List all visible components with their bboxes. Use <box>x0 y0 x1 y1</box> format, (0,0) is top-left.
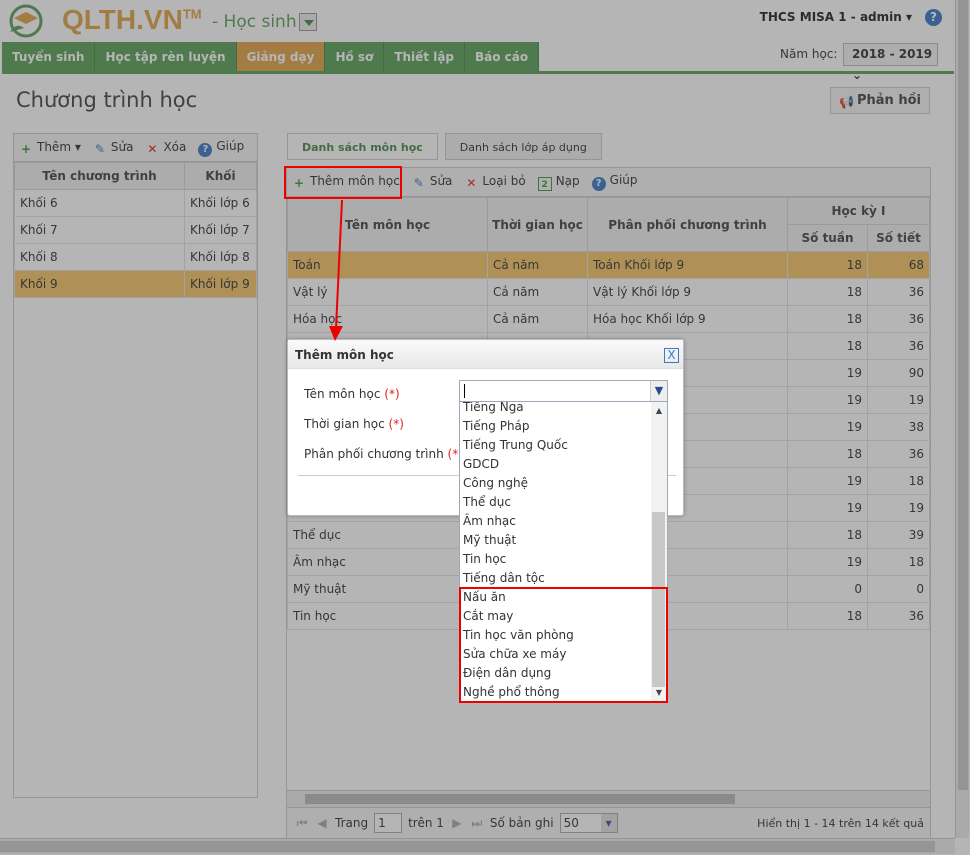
program-distribution-label: Phân phối chương trình (*) <box>304 447 463 461</box>
subject-name-combobox[interactable]: ▼ <box>459 380 668 402</box>
highlight-new-subjects <box>459 587 668 703</box>
dropdown-option[interactable]: Mỹ thuật <box>460 531 650 550</box>
highlight-add-subject <box>284 166 402 199</box>
study-time-label: Thời gian học (*) <box>304 417 404 431</box>
dropdown-option[interactable]: Tiếng Pháp <box>460 417 650 436</box>
dropdown-option[interactable]: Tiếng Trung Quốc <box>460 436 650 455</box>
dropdown-option[interactable]: Tin học <box>460 550 650 569</box>
dropdown-option[interactable]: Tiếng dân tộc <box>460 569 650 588</box>
dropdown-option[interactable]: Thể dục <box>460 493 650 512</box>
dropdown-option[interactable]: GDCD <box>460 455 650 474</box>
subject-name-label: Tên môn học (*) <box>304 387 400 401</box>
scroll-up-icon[interactable]: ▲ <box>651 406 667 415</box>
dialog-title: Thêm môn học <box>288 340 683 369</box>
dropdown-option[interactable]: Công nghệ <box>460 474 650 493</box>
close-icon[interactable]: X <box>664 348 679 363</box>
dropdown-option[interactable]: Âm nhạc <box>460 512 650 531</box>
dropdown-option[interactable]: Tiếng Nga <box>460 402 650 417</box>
chevron-down-icon[interactable]: ▼ <box>650 381 667 401</box>
